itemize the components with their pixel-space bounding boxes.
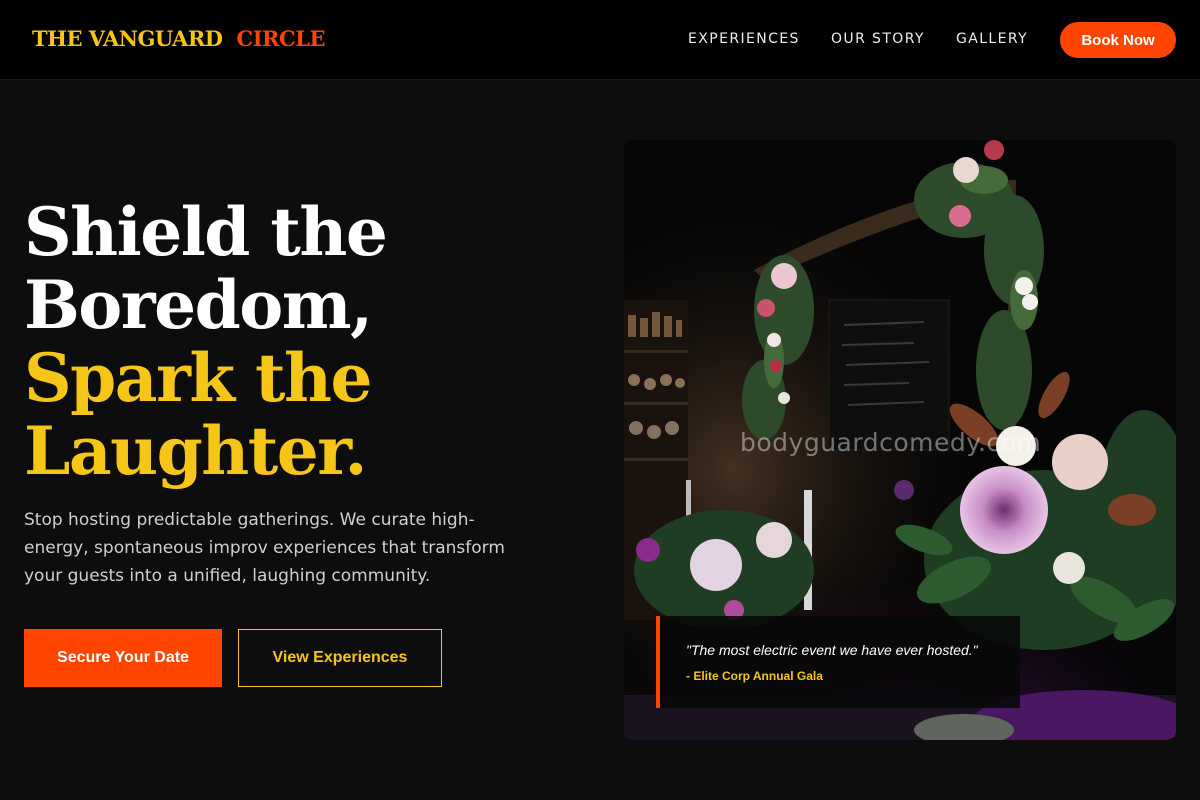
hero-headline: Shield the Boredom, Spark the Laughter. [24,196,584,488]
brand-logo[interactable]: THE VANGUARD CIRCLE [32,26,325,51]
watermark-text: bodyguardcomedy.com [740,428,1042,457]
headline-line-3: Spark the [24,339,373,417]
headline-line-2: Boredom, [24,266,373,344]
book-now-button[interactable]: Book Now [1060,22,1176,58]
secure-date-button[interactable]: Secure Your Date [24,629,222,687]
testimonial-card: "The most electric event we have ever ho… [656,616,1020,708]
nav-link-experiences[interactable]: EXPERIENCES [688,31,800,47]
brand-name-part1: THE VANGUARD [32,26,223,51]
nav-link-our-story[interactable]: OUR STORY [831,31,925,47]
testimonial-quote: "The most electric event we have ever ho… [686,642,978,658]
headline-line-4: Laughter. [24,412,367,490]
hero-subtext: Stop hosting predictable gatherings. We … [24,510,505,586]
headline-line-1: Shield the [24,193,388,271]
nav-link-gallery[interactable]: GALLERY [956,31,1028,47]
brand-name-part2: CIRCLE [236,26,326,51]
top-nav: THE VANGUARD CIRCLE EXPERIENCES OUR STORY… [0,0,1200,80]
testimonial-source: - Elite Corp Annual Gala [686,669,823,683]
view-experiences-button[interactable]: View Experiences [238,629,442,687]
hero-event-photo: bodyguardcomedy.com "The most electric e… [624,140,1176,740]
